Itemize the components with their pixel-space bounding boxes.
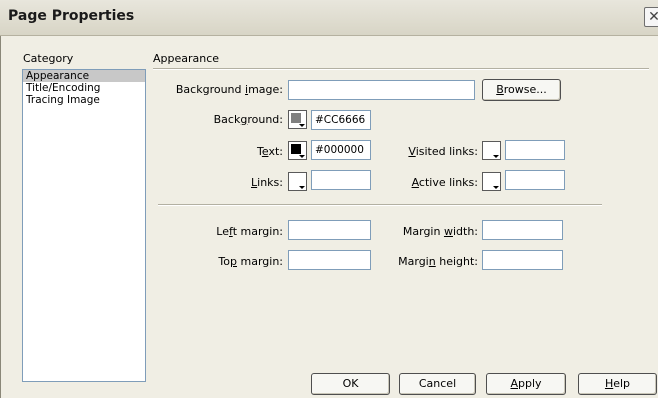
left-margin-input[interactable] — [288, 220, 371, 240]
background-color-picker[interactable] — [288, 110, 307, 129]
category-header: Category — [23, 52, 74, 65]
background-swatch-fill — [291, 113, 301, 123]
margin-width-label: Margin width: — [402, 225, 478, 238]
active-links-input[interactable] — [505, 170, 565, 190]
category-item-appearance[interactable]: Appearance — [23, 70, 145, 82]
window-title: Page Properties — [8, 8, 135, 24]
ok-button[interactable]: OK — [311, 373, 390, 395]
close-button[interactable]: ✕ — [644, 7, 658, 27]
links-color-picker[interactable] — [288, 172, 307, 191]
margin-height-input[interactable] — [482, 250, 563, 270]
cancel-button[interactable]: Cancel — [399, 373, 476, 395]
active-links-label: Active links: — [411, 176, 478, 189]
chevron-down-icon — [299, 124, 305, 127]
links-input[interactable] — [311, 170, 371, 190]
category-list[interactable]: Appearance Title/Encoding Tracing Image — [22, 69, 146, 382]
text-color-picker[interactable] — [288, 141, 307, 160]
apply-button[interactable]: Apply — [486, 373, 566, 395]
title-bar: Page Properties ✕ — [0, 0, 658, 36]
background-image-label: Background image: — [175, 83, 283, 96]
category-item-tracing-image[interactable]: Tracing Image — [23, 94, 145, 106]
section-title: Appearance — [153, 52, 220, 65]
visited-links-input[interactable] — [505, 140, 565, 160]
text-label: Text: — [257, 145, 283, 158]
chevron-down-icon — [493, 186, 499, 189]
help-button[interactable]: Help — [578, 373, 657, 395]
visited-links-color-picker[interactable] — [482, 141, 501, 160]
background-image-input[interactable] — [288, 80, 475, 100]
top-margin-label: Top margin: — [218, 255, 283, 268]
text-swatch-fill — [291, 144, 301, 154]
chevron-down-icon — [493, 155, 499, 158]
margin-height-label: Margin height: — [398, 255, 478, 268]
active-links-color-picker[interactable] — [482, 172, 501, 191]
close-icon: ✕ — [648, 9, 658, 25]
section-divider-top — [153, 68, 649, 70]
left-margin-label: Left margin: — [216, 225, 283, 238]
margin-width-input[interactable] — [482, 220, 563, 240]
chevron-down-icon — [299, 186, 305, 189]
background-color-input[interactable]: #CC6666 — [311, 110, 371, 130]
links-label: Links: — [251, 176, 283, 189]
browse-button[interactable]: Browse... — [482, 79, 561, 101]
chevron-down-icon — [299, 155, 305, 158]
section-divider-middle — [158, 204, 602, 206]
visited-links-label: Visited links: — [408, 145, 478, 158]
text-color-input[interactable]: #000000 — [311, 140, 371, 160]
background-label: Background: — [213, 113, 283, 126]
category-item-title-encoding[interactable]: Title/Encoding — [23, 82, 145, 94]
top-margin-input[interactable] — [288, 250, 371, 270]
